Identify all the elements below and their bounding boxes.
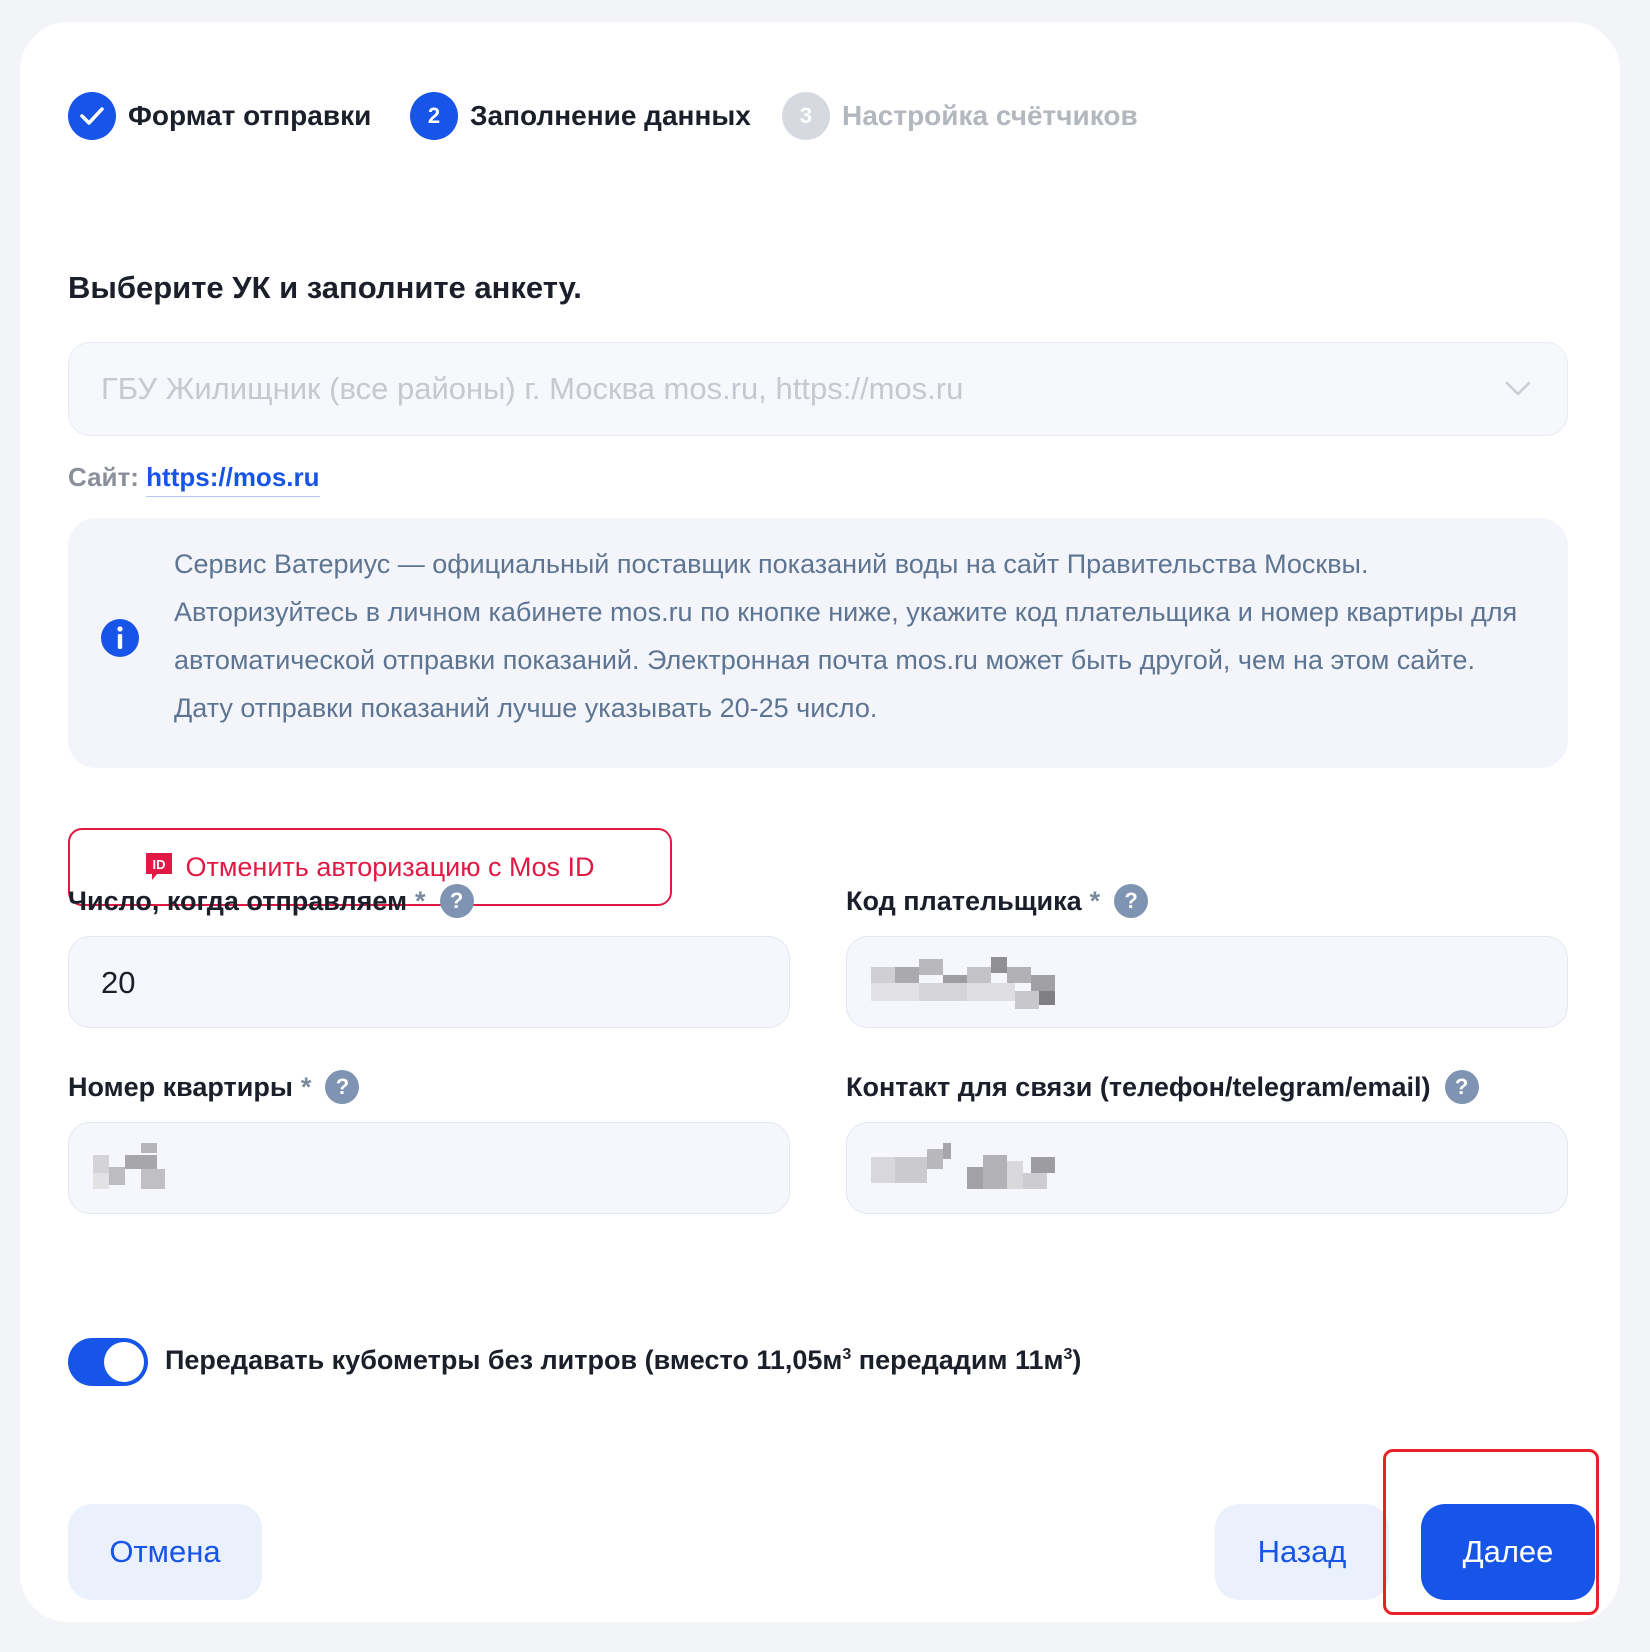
step-data[interactable]: 2 Заполнение данных (410, 92, 751, 140)
form-card: Формат отправки 2 Заполнение данных 3 На… (20, 22, 1620, 1622)
redacted-value (871, 1143, 1055, 1189)
mos-id-icon-text: ID (153, 857, 166, 872)
toggle-label-part: передадим 11м (851, 1345, 1064, 1375)
redacted-value (871, 957, 1055, 1009)
annotation-highlight (1383, 1449, 1599, 1615)
superscript: 3 (842, 1346, 852, 1363)
required-mark: * (415, 885, 426, 916)
help-icon[interactable]: ? (325, 1070, 360, 1104)
help-icon[interactable]: ? (1444, 1070, 1479, 1104)
liters-toggle[interactable] (68, 1338, 148, 1386)
step-number: 2 (410, 92, 458, 140)
apartment-input[interactable] (68, 1122, 790, 1214)
redacted-value (93, 1143, 165, 1189)
info-box: Сервис Ватериус — официальный поставщик … (68, 518, 1568, 768)
payer-code-label-text: Код плательщика (846, 885, 1082, 916)
site-link[interactable]: https://mos.ru (146, 462, 320, 497)
apartment-label-text: Номер квартиры (68, 1071, 293, 1102)
required-mark: * (300, 1071, 312, 1102)
company-select-value: ГБУ Жилищник (все районы) г. Москва mos.… (101, 371, 964, 406)
send-day-input[interactable]: 20 (68, 936, 790, 1028)
site-line: Сайт: https://mos.ru (68, 462, 320, 497)
info-icon (101, 619, 139, 657)
contact-input[interactable] (846, 1122, 1568, 1214)
step-number: 3 (782, 92, 830, 140)
step-format[interactable]: Формат отправки (68, 92, 371, 140)
help-icon[interactable]: ? (1114, 884, 1149, 918)
contact-label-text: Контакт для связи (телефон/telegram/emai… (846, 1071, 1431, 1102)
toggle-label-part: ) (1072, 1345, 1082, 1375)
help-icon[interactable]: ? (439, 884, 474, 918)
mos-id-icon: ID (146, 853, 173, 880)
step-label: Заполнение данных (470, 100, 751, 131)
payer-code-input[interactable] (846, 936, 1568, 1028)
send-day-label: Число, когда отправляем * ? (68, 884, 474, 918)
toggle-knob (104, 1342, 144, 1382)
send-day-label-text: Число, когда отправляем (68, 885, 408, 916)
send-day-value: 20 (101, 965, 136, 1000)
required-mark: * (1089, 885, 1101, 916)
toggle-label-part: Передавать кубометры без литров (вместо … (165, 1345, 843, 1375)
company-select[interactable]: ГБУ Жилищник (все районы) г. Москва mos.… (68, 342, 1568, 436)
form-heading: Выберите УК и заполните анкету. (68, 270, 582, 305)
apartment-label: Номер квартиры * ? (68, 1070, 360, 1104)
step-label: Настройка счётчиков (842, 100, 1138, 131)
cancel-mos-id-label: Отменить авторизацию с Mos ID (185, 851, 595, 882)
step-label: Формат отправки (128, 100, 372, 131)
liters-toggle-label: Передавать кубометры без литров (вместо … (165, 1345, 1081, 1376)
back-button[interactable]: Назад (1215, 1504, 1389, 1600)
site-label: Сайт: (68, 462, 139, 492)
contact-label: Контакт для связи (телефон/telegram/emai… (846, 1070, 1479, 1104)
step-meters: 3 Настройка счётчиков (782, 92, 1138, 140)
step-check-icon (68, 92, 116, 140)
chevron-down-icon (1505, 381, 1531, 396)
cancel-button[interactable]: Отмена (68, 1504, 262, 1600)
payer-code-label: Код плательщика * ? (846, 884, 1149, 918)
info-text: Сервис Ватериус — официальный поставщик … (174, 549, 1518, 723)
